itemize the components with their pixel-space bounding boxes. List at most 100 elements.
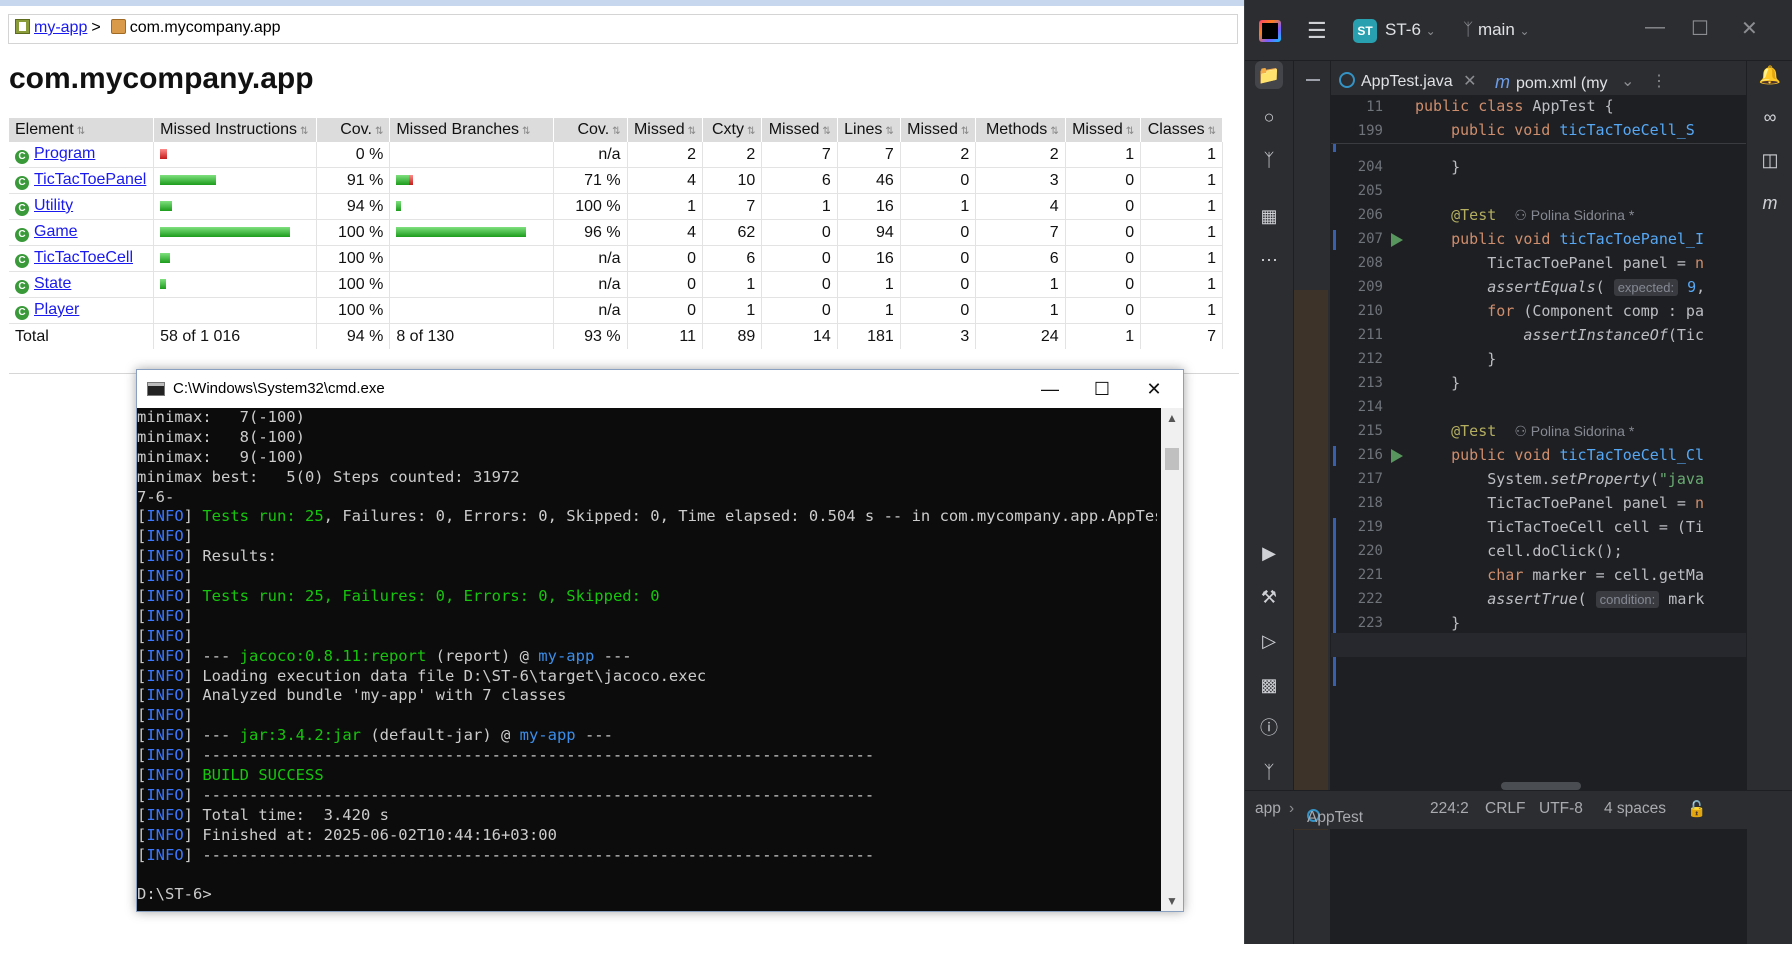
run-test-icon[interactable] (1391, 233, 1403, 247)
column-header[interactable]: Missed ⇅ (1065, 118, 1142, 142)
scroll-up-icon[interactable]: ▲ (1161, 408, 1183, 428)
column-header[interactable]: Element ⇅ (9, 118, 155, 142)
missed-cxty-cell: 0 (627, 245, 704, 272)
caret-position[interactable]: 224:2 (1430, 800, 1469, 818)
ai-assistant-icon[interactable]: ∞ (1756, 103, 1784, 131)
cmd-text: [ (137, 587, 147, 606)
element-link[interactable]: Game (34, 223, 78, 240)
instructions-bar-cell (153, 297, 317, 324)
line-number: 212 (1357, 351, 1383, 367)
java-class-icon (1339, 72, 1355, 88)
total-label: Total (9, 323, 155, 349)
element-link[interactable]: Program (34, 145, 95, 162)
maximize-icon[interactable]: ☐ (1691, 16, 1709, 41)
cmd-line: [INFO] Tests run: 25, Failures: 0, Error… (137, 587, 1157, 607)
run-test-icon[interactable] (1391, 449, 1403, 463)
column-header[interactable]: Missed ⇅ (627, 118, 704, 142)
close-icon[interactable]: ✕ (1741, 16, 1758, 41)
column-header[interactable]: Cxty ⇅ (702, 118, 763, 142)
problems-icon[interactable]: ⓘ (1255, 714, 1283, 742)
cmd-line: D:\ST-6> (137, 885, 1157, 905)
minimize-icon[interactable]: — (1021, 370, 1079, 408)
instructions-bar-cell (153, 142, 317, 168)
element-cell: C TicTacToeCell (9, 245, 155, 272)
missed-lines-cell: 6 (761, 167, 838, 194)
run-icon[interactable]: ▷ (1255, 627, 1283, 655)
column-header[interactable]: Cov. ⇅ (553, 118, 628, 142)
scroll-thumb[interactable] (1165, 448, 1179, 470)
cmd-scrollbar[interactable]: ▲ ▼ (1161, 408, 1183, 911)
element-link[interactable]: State (34, 275, 71, 292)
sticky-line-code[interactable]: public void ticTacToeCell_S (1451, 121, 1695, 145)
branch-selector[interactable]: ᛉ main ⌄ (1463, 20, 1530, 40)
pull-requests-icon[interactable]: ᛉ (1255, 146, 1283, 174)
maven-icon[interactable]: m (1756, 189, 1784, 217)
line-number: 213 (1357, 375, 1383, 391)
code-line: System.setProperty("java (1415, 470, 1704, 488)
commit-icon[interactable]: ○ (1255, 103, 1283, 131)
column-header[interactable]: Methods ⇅ (975, 118, 1066, 142)
column-header[interactable]: Missed Instructions ⇅ (153, 118, 317, 142)
column-header-label: Missed (1072, 121, 1123, 138)
sticky-line-code[interactable]: public class AppTest { (1415, 97, 1614, 121)
cmd-line: [INFO] (137, 527, 1157, 547)
database-icon[interactable]: ◫ (1756, 146, 1784, 174)
sticky-lines[interactable]: 11 public class AppTest {199 public void t… (1331, 95, 1747, 144)
maximize-icon[interactable]: ☐ (1073, 370, 1131, 408)
cmd-titlebar[interactable]: C:\Windows\System32\cmd.exe — ☐ ✕ (137, 370, 1183, 408)
missed-lines-cell: 0 (761, 271, 838, 298)
element-link[interactable]: Utility (34, 197, 73, 214)
status-module[interactable]: app (1255, 800, 1281, 818)
services-icon[interactable]: ▶ (1255, 539, 1283, 567)
main-menu-icon[interactable]: ☰ (1307, 18, 1327, 44)
close-icon[interactable]: ✕ (1125, 370, 1183, 408)
line-number: 209 (1357, 279, 1383, 295)
notifications-icon[interactable]: 🔔 (1756, 61, 1784, 89)
indent-setting[interactable]: 4 spaces (1604, 800, 1666, 818)
chevron-right-icon: › (1289, 800, 1295, 817)
browser-top-strip (0, 0, 1244, 6)
cmd-line: minimax best: 5(0) Steps counted: 31972 (137, 468, 1157, 488)
lines-cell: 94 (837, 219, 901, 246)
column-header[interactable]: Classes ⇅ (1140, 118, 1223, 142)
git-icon[interactable]: ᛉ (1255, 758, 1283, 786)
missed-lines-cell: 1 (761, 193, 838, 220)
lines-cell: 16 (837, 245, 901, 272)
scroll-down-icon[interactable]: ▼ (1161, 891, 1183, 911)
cmd-output[interactable]: minimax: 7(-100) minimax: 8(-100) minimax:… (137, 408, 1157, 911)
column-header[interactable]: Missed Branches ⇅ (389, 118, 555, 142)
element-link[interactable]: TicTacToeCell (34, 249, 133, 266)
terminal-icon[interactable]: ▩ (1255, 671, 1283, 699)
file-encoding[interactable]: UTF-8 (1539, 800, 1583, 818)
project-badge[interactable]: ST (1353, 19, 1377, 43)
cmd-text: minimax best: 5(0) Steps counted: 31972 (137, 467, 520, 486)
column-header[interactable]: Lines ⇅ (837, 118, 901, 142)
build-hammer-icon[interactable]: ⚒ (1255, 583, 1283, 611)
cmd-text: --- (594, 646, 632, 665)
project-folder-icon[interactable]: 📁 (1255, 61, 1283, 89)
tab-label: pom.xml (my (1516, 75, 1608, 92)
change-marker (1333, 518, 1336, 686)
column-header[interactable]: Cov. ⇅ (316, 118, 391, 142)
column-header[interactable]: Missed ⇅ (900, 118, 977, 142)
structure-icon[interactable]: ▦ (1255, 202, 1283, 230)
more-icon[interactable]: ⋯ (1255, 246, 1283, 274)
cmd-text: ] --------------------------------------… (183, 746, 875, 765)
column-header[interactable]: Missed ⇅ (761, 118, 838, 142)
horizontal-scrollbar[interactable] (1501, 782, 1581, 790)
tab-close-icon[interactable]: ✕ (1463, 73, 1476, 90)
read-only-lock-icon[interactable]: 🔓 (1687, 800, 1706, 819)
element-link[interactable]: TicTacToePanel (34, 171, 146, 188)
table-row: C Program 0 % n/a 2 2 7 7 2 2 1 1 (9, 142, 1223, 168)
hide-panel-icon[interactable] (1306, 79, 1320, 81)
coverage-table-body: C Program 0 % n/a 2 2 7 7 2 2 1 1 C TicTacToePanel 91 … (9, 142, 1223, 349)
cmd-text: [ (137, 785, 147, 804)
element-link[interactable]: Player (34, 301, 79, 318)
breadcrumb-root-link[interactable]: my-app (34, 19, 87, 36)
editor-gutter[interactable]: 204 205 206 207 208 209 210 211 212 213 214 215 216 2… (1331, 104, 1413, 904)
line-separator[interactable]: CRLF (1485, 800, 1525, 818)
minimize-icon[interactable]: — (1645, 16, 1665, 39)
code-editor[interactable]: } @Test ⚇ Polina Sidorina * public void … (1415, 104, 1747, 904)
project-selector[interactable]: ST-6 ⌄ (1385, 20, 1436, 40)
code-line: TicTacToePanel panel = n (1415, 494, 1704, 512)
